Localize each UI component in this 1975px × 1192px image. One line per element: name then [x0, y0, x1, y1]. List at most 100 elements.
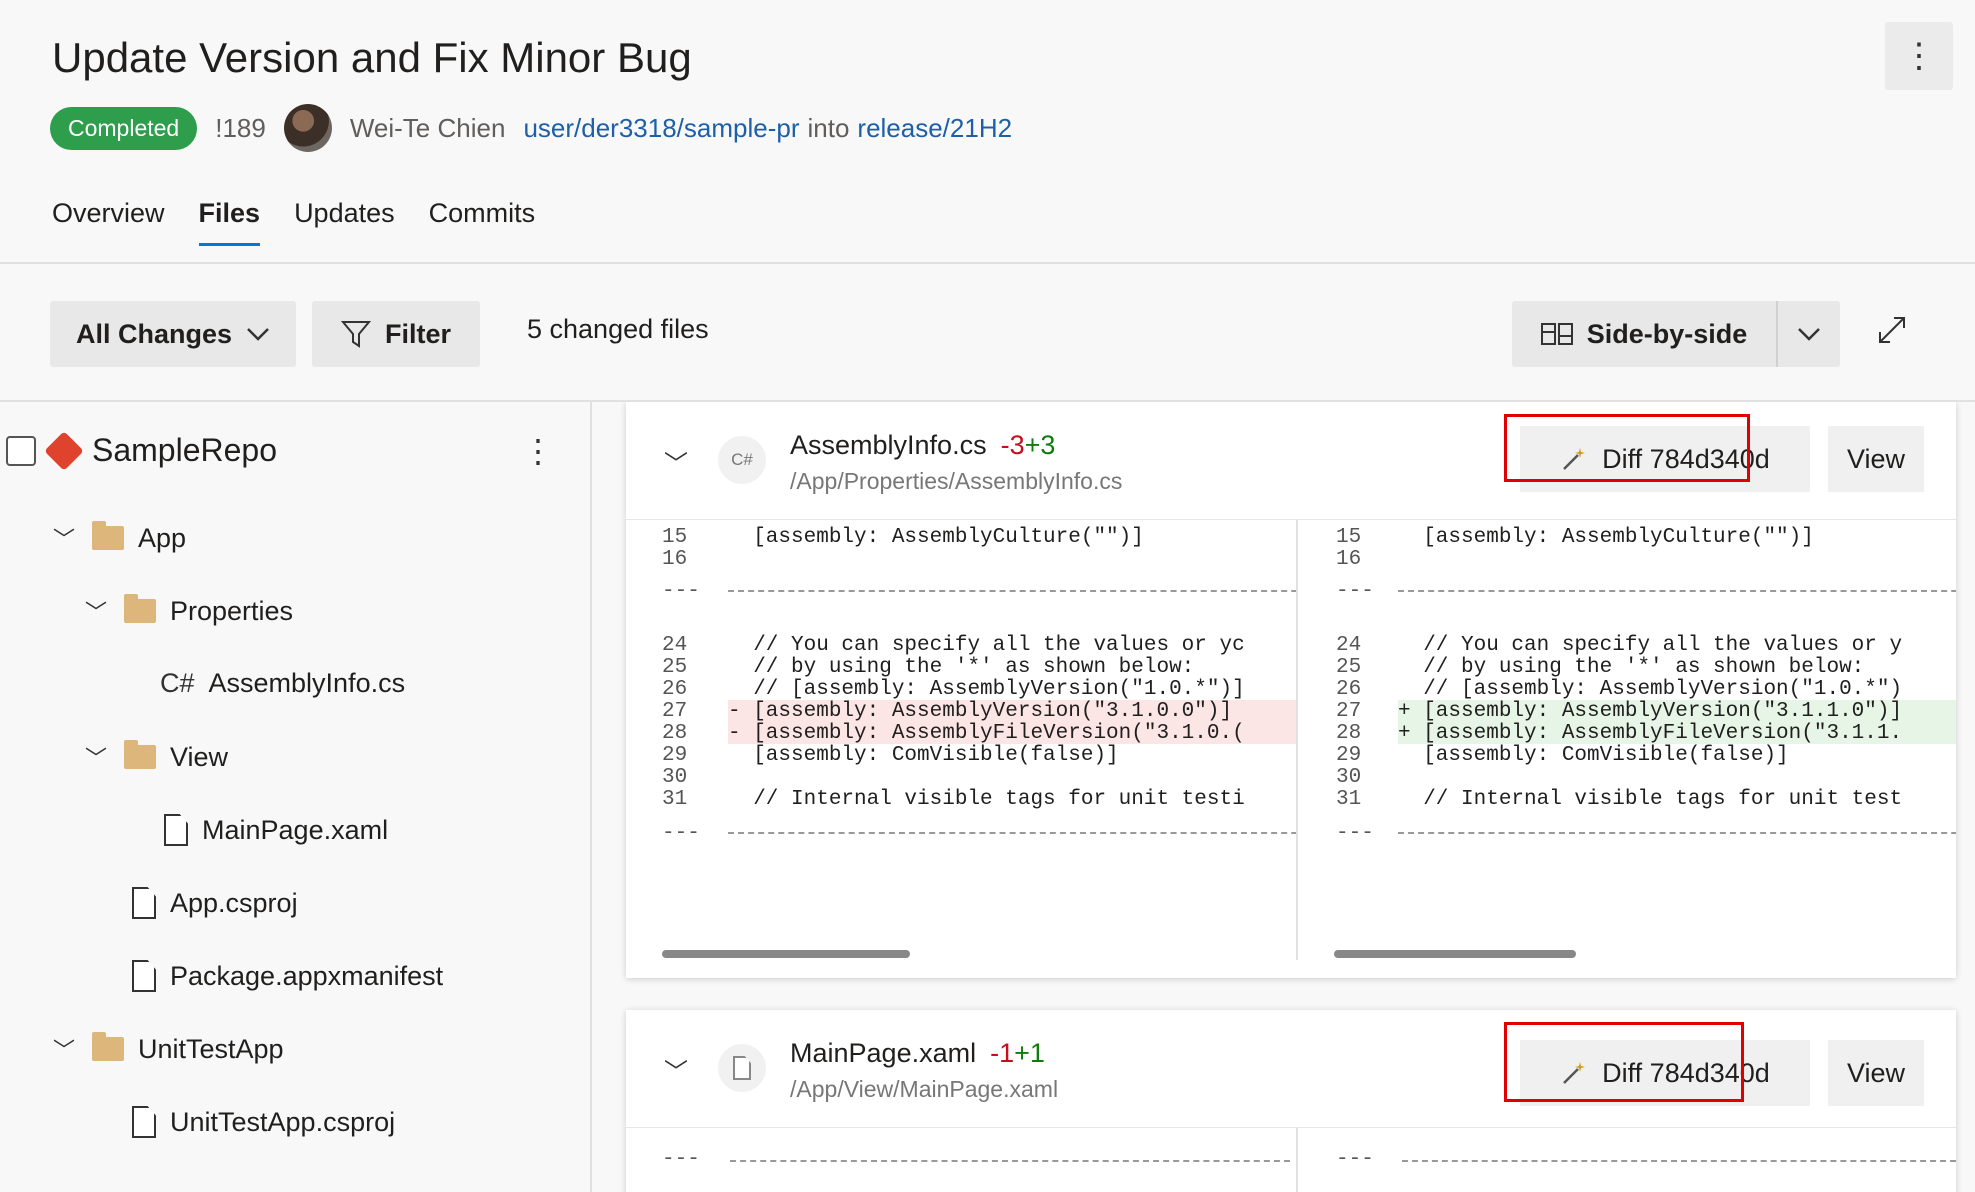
pr-tabs: Overview Files Updates Commits — [52, 198, 535, 246]
code-line: + [assembly: AssemblyVersion("3.1.1.0")] — [1398, 700, 1903, 723]
line-number: 31 — [662, 788, 688, 811]
line-number: 24 — [1336, 634, 1362, 657]
separator-line — [1398, 590, 1956, 592]
file-icon — [164, 814, 188, 846]
tree-item-assemblyinfo[interactable]: C# AssemblyInfo.cs — [160, 668, 405, 699]
tree-item-app-csproj[interactable]: App.csproj — [132, 887, 298, 919]
code-line: // [assembly: AssemblyVersion("1.0.*")] — [728, 678, 1245, 701]
collapse-chevron-icon[interactable]: ﹀ — [664, 444, 688, 479]
filter-icon — [340, 321, 371, 348]
code-line: + [assembly: AssemblyFileVersion("3.1.1. — [1398, 722, 1903, 745]
csharp-icon: C# — [718, 436, 766, 484]
tree-item-package-manifest[interactable]: Package.appxmanifest — [132, 960, 443, 992]
all-changes-label: All Changes — [75, 318, 233, 349]
more-actions-button[interactable]: ⋮ — [1885, 22, 1953, 90]
tree-item-properties[interactable]: ﹀ Properties — [82, 594, 293, 627]
highlight-box — [1504, 1022, 1744, 1102]
file-icon — [132, 887, 156, 919]
tree-item-label: UnitTestApp.csproj — [170, 1106, 396, 1137]
view-mode-label: Side-by-side — [1586, 318, 1748, 349]
pane-divider — [1296, 1128, 1298, 1192]
tree-item-mainpage[interactable]: MainPage.xaml — [164, 814, 388, 846]
line-number: 27 — [662, 700, 688, 723]
file-path: /App/View/MainPage.xaml — [790, 1076, 1059, 1102]
code-line: // You can specify all the values or yc — [728, 634, 1245, 657]
source-branch-link[interactable]: user/der3318/sample-pr — [523, 113, 799, 144]
side-by-side-diff: 15 [assembly: AssemblyCulture("")] 16 24 /… — [626, 520, 1956, 978]
tree-item-label: App — [138, 522, 187, 553]
pr-id: !189 — [215, 112, 266, 143]
tree-item-app[interactable]: ﹀ App — [50, 521, 187, 554]
diff-area: ﹀ C# AssemblyInfo.cs -3+3 /App/Properties… — [592, 402, 1975, 1192]
folder-icon — [124, 740, 156, 769]
filter-button[interactable]: Filter — [312, 301, 480, 367]
folder-icon — [92, 1032, 124, 1061]
tree-more-button[interactable]: ⋮ — [522, 432, 554, 470]
code-line: // by using the '*' as shown below: — [1398, 656, 1865, 679]
file-icon — [733, 1056, 751, 1080]
right-pane: 15 [assembly: AssemblyCulture("")] 16 24 /… — [1298, 520, 1956, 978]
tab-overview[interactable]: Overview — [52, 198, 165, 246]
file-diff-header: ﹀ MainPage.xaml -1+1 /App/View/MainPage.x… — [626, 1010, 1956, 1128]
code-line: // Internal visible tags for unit testi — [728, 788, 1245, 811]
separator-line — [730, 1160, 1290, 1162]
chevron-down-icon[interactable]: ﹀ — [82, 741, 110, 773]
tab-commits[interactable]: Commits — [429, 198, 536, 246]
tab-updates[interactable]: Updates — [294, 198, 395, 246]
author-name: Wei-Te Chien — [349, 112, 506, 143]
tab-files[interactable]: Files — [198, 198, 261, 246]
code-line: - [assembly: AssemblyFileVersion("3.1.0.… — [728, 722, 1245, 745]
side-by-side-icon — [1540, 323, 1573, 345]
file-name[interactable]: AssemblyInfo.cs — [790, 430, 987, 460]
view-file-button[interactable]: View — [1828, 1040, 1924, 1106]
chevron-down-icon[interactable]: ﹀ — [50, 1033, 78, 1065]
file-diff-header: ﹀ C# AssemblyInfo.cs -3+3 /App/Properties… — [626, 402, 1956, 520]
horizontal-scrollbar[interactable] — [662, 950, 910, 958]
file-name[interactable]: MainPage.xaml — [790, 1038, 976, 1068]
line-number: 29 — [662, 744, 688, 767]
into-label: into — [807, 112, 850, 143]
csharp-icon: C# — [160, 668, 195, 698]
tree-item-view[interactable]: ﹀ View — [82, 740, 229, 773]
line-number: 15 — [1336, 526, 1362, 549]
line-number: 28 — [662, 722, 688, 745]
horizontal-scrollbar[interactable] — [1334, 950, 1576, 958]
code-line: // [assembly: AssemblyVersion("1.0.*") — [1398, 678, 1903, 701]
status-badge: Completed — [50, 106, 198, 150]
file-diff-card: ﹀ MainPage.xaml -1+1 /App/View/MainPage.x… — [626, 1010, 1956, 1192]
avatar[interactable] — [283, 104, 332, 152]
tree-item-label: MainPage.xaml — [202, 814, 389, 845]
tree-item-label: View — [170, 741, 229, 772]
folder-icon — [92, 521, 124, 550]
target-branch-link[interactable]: release/21H2 — [857, 113, 1012, 144]
repo-name: SampleRepo — [92, 432, 277, 468]
separator-marker: --- — [1336, 822, 1374, 845]
view-mode-button[interactable]: Side-by-side — [1512, 301, 1776, 367]
separator-marker: --- — [1336, 580, 1374, 603]
code-line: // Internal visible tags for unit test — [1398, 788, 1903, 811]
tree-item-label: Package.appxmanifest — [170, 960, 444, 991]
chevron-down-icon[interactable]: ﹀ — [50, 522, 78, 554]
all-changes-dropdown[interactable]: All Changes — [50, 301, 296, 367]
view-file-button[interactable]: View — [1828, 426, 1924, 492]
page-title: Update Version and Fix Minor Bug — [52, 34, 692, 81]
line-number: 30 — [1336, 766, 1362, 789]
code-line: [assembly: AssemblyCulture("")] — [728, 526, 1144, 549]
separator-marker: --- — [662, 580, 700, 603]
view-mode-dropdown[interactable] — [1776, 301, 1840, 367]
line-number: 15 — [662, 526, 688, 549]
line-number: 26 — [662, 678, 688, 701]
separator-line — [1398, 832, 1956, 834]
select-checkbox[interactable] — [6, 435, 36, 466]
changed-files-count: 5 changed files — [527, 314, 709, 344]
tree-item-unittestapp-csproj[interactable]: UnitTestApp.csproj — [132, 1106, 395, 1138]
code-line: [assembly: ComVisible(false)] — [728, 744, 1119, 767]
tree-item-unittestapp[interactable]: ﹀ UnitTestApp — [50, 1032, 284, 1065]
file-name-row: MainPage.xaml -1+1 — [790, 1038, 1045, 1069]
collapse-chevron-icon[interactable]: ﹀ — [664, 1052, 688, 1087]
fullscreen-button[interactable] — [1876, 314, 1908, 354]
deletions-count: -3 — [1000, 430, 1025, 460]
tree-repo-row[interactable]: SampleRepo — [6, 430, 277, 471]
chevron-down-icon[interactable]: ﹀ — [82, 595, 110, 627]
line-number: 25 — [662, 656, 688, 679]
